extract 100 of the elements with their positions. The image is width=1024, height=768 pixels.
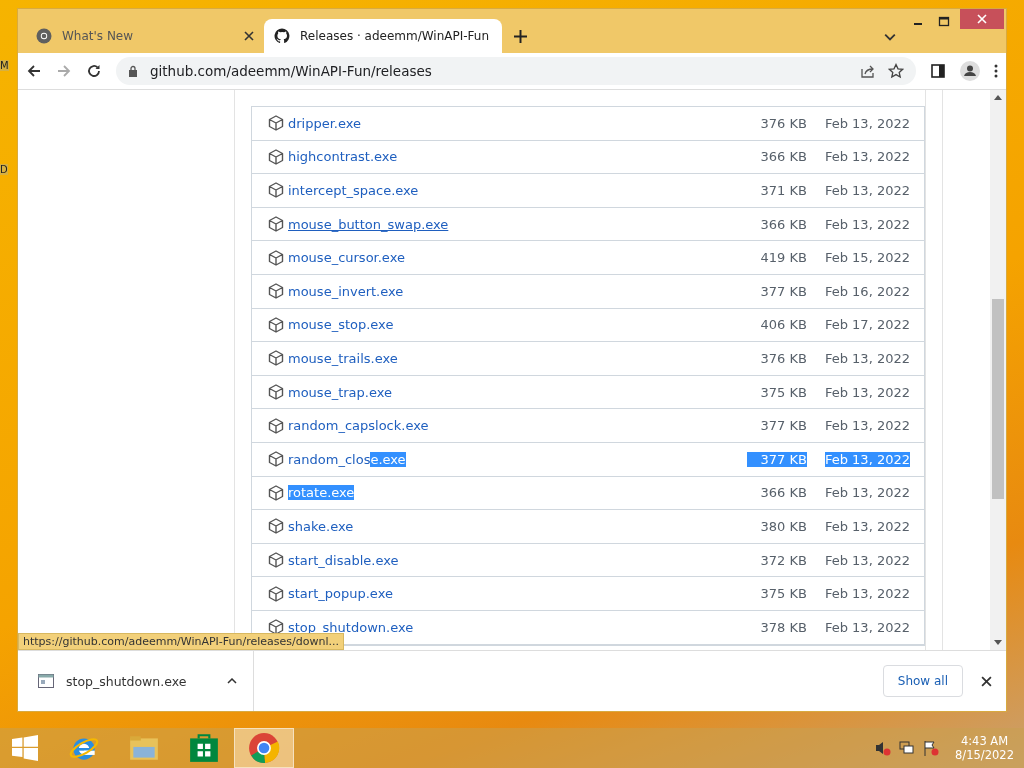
file-date: Feb 13, 2022 <box>824 586 910 602</box>
asset-link[interactable]: mouse_stop.exe <box>288 317 394 333</box>
file-date: Feb 17, 2022 <box>824 317 910 333</box>
file-date: Feb 13, 2022 <box>824 149 910 165</box>
tab-title: What's New <box>62 29 135 43</box>
address-bar[interactable]: github.com/adeemm/WinAPI-Fun/releases <box>116 57 916 85</box>
file-size: 377 KB <box>746 451 807 467</box>
package-icon <box>268 283 284 300</box>
file-date: Feb 13, 2022 <box>824 350 910 366</box>
asset-link[interactable]: start_popup.exe <box>288 586 393 602</box>
file-date: Feb 13, 2022 <box>824 485 910 501</box>
windows-start-icon[interactable] <box>12 735 38 761</box>
status-url: https://github.com/adeemm/WinAPI-Fun/releases/downl... <box>18 633 344 650</box>
asset-link[interactable]: mouse_invert.exe <box>288 283 404 299</box>
package-icon <box>268 552 284 568</box>
reload-icon[interactable] <box>86 63 102 79</box>
package-icon <box>268 619 284 636</box>
asset-link[interactable]: mouse_button_swap.exe <box>288 216 449 232</box>
file-size: 376 KB <box>759 350 807 366</box>
file-size: 419 KB <box>759 250 807 266</box>
chrome-icon <box>248 732 280 764</box>
chrome-icon <box>36 28 52 44</box>
file-size: 366 KB <box>759 216 807 232</box>
file-size: 371 KB <box>759 183 807 198</box>
network-icon[interactable] <box>899 740 916 756</box>
muted-speaker-icon[interactable] <box>875 740 892 756</box>
asset-link[interactable]: intercept_space.exe <box>288 183 419 198</box>
profile-icon[interactable] <box>960 61 980 81</box>
menu-icon[interactable] <box>994 63 998 79</box>
asset-link[interactable]: highcontrast.exe <box>288 149 398 165</box>
file-date: Feb 13, 2022 <box>824 216 910 232</box>
package-icon <box>268 384 284 401</box>
file-date: Feb 13, 2022 <box>824 183 910 198</box>
file-size: 406 KB <box>759 317 807 333</box>
file-date: Feb 13, 2022 <box>824 418 910 434</box>
package-icon <box>268 585 284 602</box>
store-bag-icon <box>188 732 220 764</box>
github-icon <box>274 28 290 44</box>
file-date: Feb 13, 2022 <box>824 518 910 534</box>
scroll-up-icon[interactable] <box>994 95 1002 100</box>
browser-tab[interactable]: Releases · adeemm/WinAPI-Fun <box>264 19 502 53</box>
scrollbar[interactable] <box>990 90 1006 650</box>
close-icon[interactable] <box>981 675 992 687</box>
package-icon <box>268 249 284 266</box>
asset-link[interactable]: dripper.exe <box>288 115 362 131</box>
desktop-icon-label: M <box>0 60 9 71</box>
chevron-down-icon[interactable] <box>884 33 896 41</box>
package-icon <box>268 148 284 165</box>
new-tab-icon[interactable] <box>514 30 527 43</box>
download-item[interactable]: stop_shutdown.exe <box>18 651 254 711</box>
taskbar-button[interactable] <box>234 728 294 768</box>
window-file-icon <box>38 674 54 688</box>
package-icon <box>268 417 284 434</box>
asset-link[interactable]: shake.exe <box>288 518 354 534</box>
clock-date: 8/15/2022 <box>955 748 1014 762</box>
package-icon <box>268 518 284 535</box>
close-icon[interactable] <box>244 31 254 41</box>
file-size: 380 KB <box>759 518 807 534</box>
side-panel-icon[interactable] <box>930 63 946 79</box>
package-icon <box>268 451 284 468</box>
file-size: 375 KB <box>759 586 807 602</box>
file-date: Feb 16, 2022 <box>824 283 910 299</box>
clock-time: 4:43 AM <box>960 734 1009 748</box>
desktop-icon-label: D <box>0 164 8 175</box>
url-text: github.com/adeemm/WinAPI-Fun/releases <box>150 63 432 79</box>
package-icon <box>268 216 284 233</box>
file-size: 372 KB <box>759 552 807 568</box>
file-date: Feb 13, 2022 <box>824 552 910 568</box>
file-date: Feb 13, 2022 <box>824 115 910 131</box>
file-size: 366 KB <box>759 149 807 165</box>
asset-link[interactable]: stop_shutdown.exe <box>288 619 414 635</box>
file-date: Feb 15, 2022 <box>824 250 910 266</box>
asset-link[interactable]: random_capslock.exe <box>288 418 429 434</box>
asset-link[interactable]: mouse_trails.exe <box>288 350 398 366</box>
share-icon[interactable] <box>860 63 876 79</box>
star-icon[interactable] <box>888 63 904 79</box>
back-icon[interactable] <box>26 63 42 79</box>
browser-tab[interactable]: What's New <box>26 19 264 53</box>
file-date: Feb 13, 2022 <box>824 384 910 400</box>
lock-icon <box>128 65 138 77</box>
download-filename: stop_shutdown.exe <box>66 673 188 689</box>
asset-link[interactable]: start_disable.exe <box>288 552 399 568</box>
tab-title: Releases · adeemm/WinAPI-Fun <box>300 29 490 43</box>
file-date: Feb 13, 2022 <box>824 451 910 467</box>
package-icon <box>268 484 284 501</box>
file-size: 378 KB <box>759 619 807 635</box>
chevron-up-icon[interactable] <box>227 678 237 684</box>
package-icon <box>268 182 284 199</box>
file-size: 366 KB <box>759 485 807 501</box>
file-size: 377 KB <box>759 418 807 434</box>
file-size: 376 KB <box>759 115 807 131</box>
file-size: 377 KB <box>759 283 807 299</box>
file-date: Feb 13, 2022 <box>824 619 910 635</box>
scroll-down-icon[interactable] <box>994 640 1002 645</box>
flag-icon[interactable] <box>923 740 940 756</box>
package-icon <box>268 316 284 333</box>
show-all-button[interactable]: Show all <box>882 665 963 697</box>
package-icon <box>268 115 284 132</box>
file-size: 375 KB <box>759 384 807 400</box>
package-icon <box>268 350 284 367</box>
